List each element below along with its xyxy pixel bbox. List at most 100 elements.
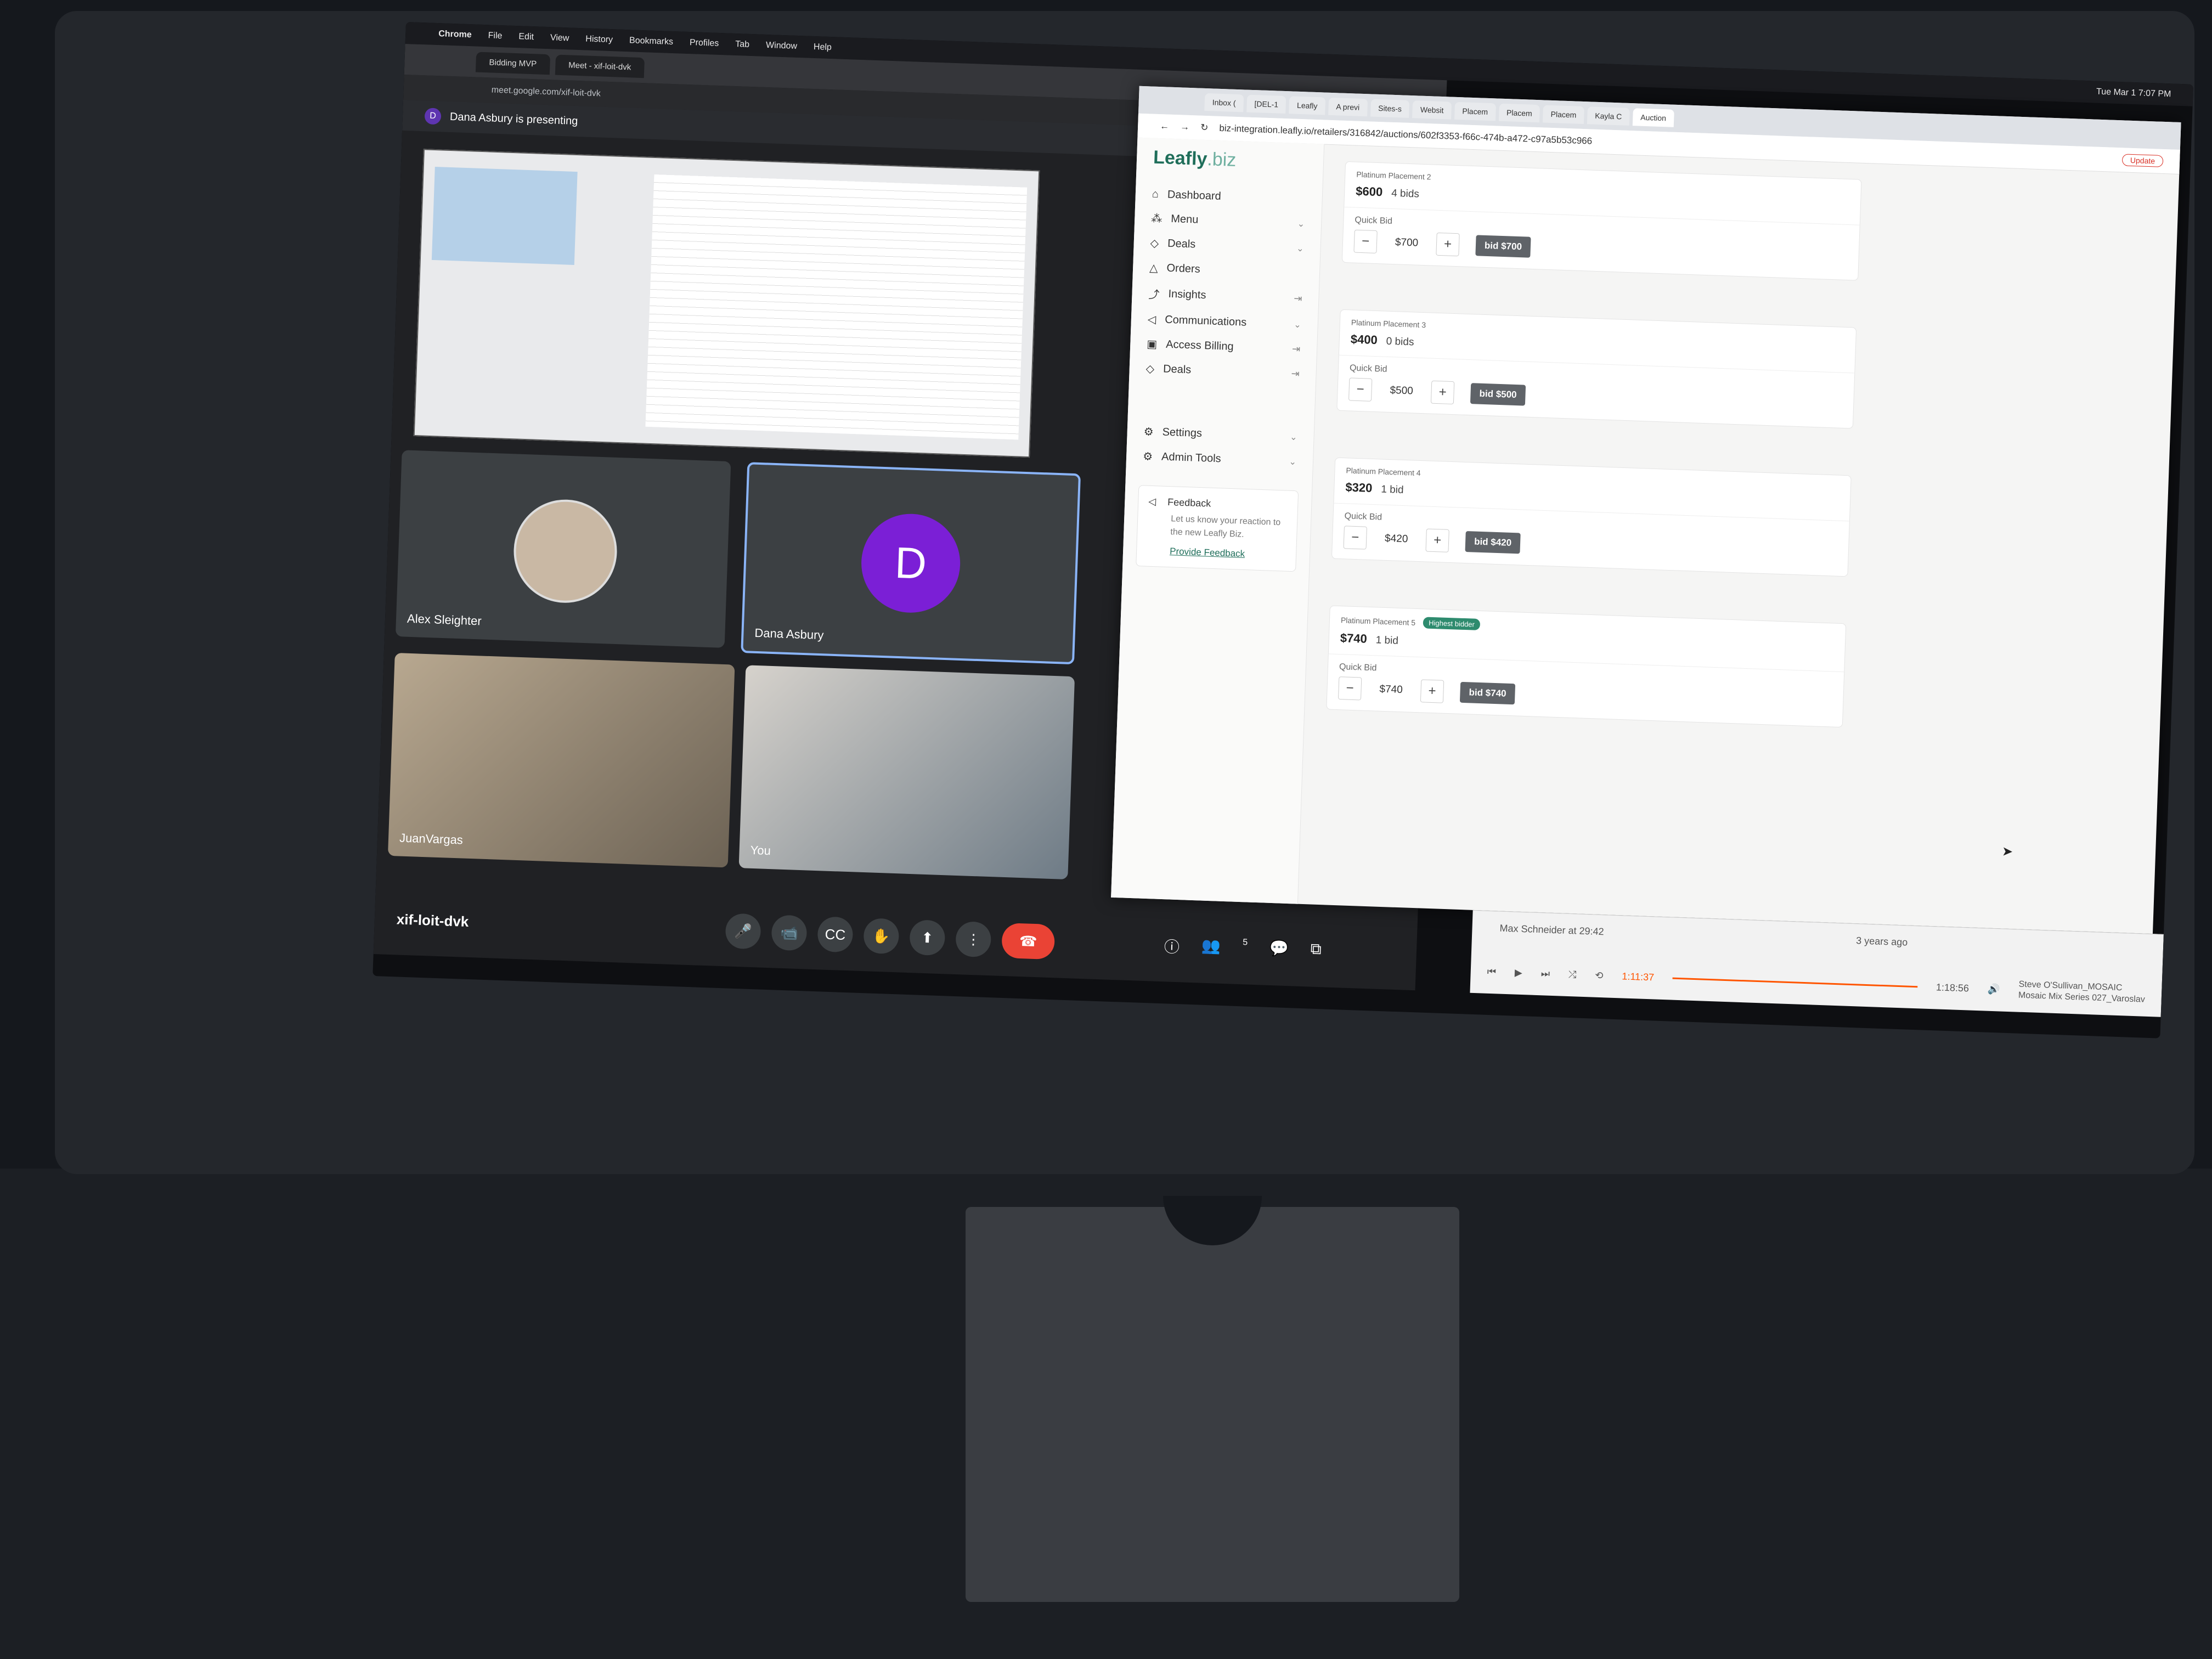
present-button[interactable]: ⬆ — [909, 919, 946, 956]
bid-button[interactable]: bid $740 — [1459, 681, 1516, 705]
tab-placement-3[interactable]: Placem — [1543, 105, 1584, 125]
leafly-logo[interactable]: Leafly.biz — [1136, 138, 1324, 183]
next-icon[interactable]: ⏭ — [1541, 968, 1550, 980]
bid-amount-input[interactable]: $500 — [1379, 384, 1424, 398]
people-icon[interactable]: 👥 — [1201, 936, 1221, 959]
elapsed-time: 1:11:37 — [1622, 970, 1655, 983]
megaphone-icon: ◁ — [1147, 313, 1156, 326]
chevron-down-icon: ⌄ — [1294, 320, 1302, 330]
tab-inbox[interactable]: Inbox ( — [1204, 93, 1244, 112]
player-controls: ⏮ ▶ ⏭ ⤮ ⟲ 1:11:37 1:18:56 🔊 Steve O'Sull… — [1487, 961, 2146, 1006]
repeat-icon[interactable]: ⟲ — [1595, 969, 1604, 981]
tab-auction[interactable]: Auction — [1632, 108, 1674, 127]
captions-button[interactable]: CC — [817, 916, 854, 953]
bid-count: 0 bids — [1386, 335, 1414, 348]
tab-placement-2[interactable]: Placem — [1498, 103, 1541, 123]
participant-tile-juan[interactable]: JuanVargas — [387, 652, 735, 868]
participant-tile-alex[interactable]: Alex Sleighter — [395, 450, 731, 648]
bid-button[interactable]: bid $700 — [1475, 235, 1531, 258]
megaphone-icon: ◁ — [1148, 495, 1156, 507]
bid-count: 4 bids — [1391, 187, 1420, 200]
mic-button[interactable]: 🎤 — [725, 913, 761, 950]
decrement-button[interactable]: − — [1338, 676, 1362, 701]
now-playing[interactable]: Steve O'Sullivan_MOSAIC Mosaic Mix Series… — [2018, 979, 2146, 1006]
menu-edit[interactable]: Edit — [518, 32, 534, 42]
participant-name: You — [750, 843, 771, 858]
participant-tile-self[interactable]: You — [738, 665, 1075, 880]
tab-bidding-mvp[interactable]: Bidding MVP — [475, 52, 550, 75]
presenter-avatar: D — [424, 108, 442, 125]
back-icon[interactable]: ← — [1160, 121, 1170, 132]
tab-placement-1[interactable]: Placem — [1454, 101, 1496, 121]
tab-preview[interactable]: A previ — [1328, 97, 1368, 117]
feedback-body: Let us know your reaction to the new Lea… — [1170, 514, 1281, 539]
more-options-button[interactable]: ⋮ — [955, 921, 992, 958]
tab-website[interactable]: Websit — [1412, 100, 1452, 120]
bid-amount-input[interactable]: $420 — [1374, 532, 1419, 546]
provide-feedback-link[interactable]: Provide Feedback — [1170, 546, 1245, 559]
tab-sites[interactable]: Sites-s — [1370, 99, 1410, 118]
external-link-icon: ⇥ — [1291, 368, 1300, 380]
raise-hand-button[interactable]: ✋ — [863, 918, 900, 955]
tab-kayla[interactable]: Kayla C — [1587, 106, 1630, 126]
current-bid: $600 — [1355, 184, 1383, 199]
menu-window[interactable]: Window — [766, 41, 797, 52]
sidebar-item-label: Menu — [1170, 212, 1199, 226]
logo-main: Leafly — [1153, 146, 1208, 170]
billing-icon: ▣ — [1146, 338, 1158, 351]
decrement-button[interactable]: − — [1348, 377, 1373, 402]
gear-icon: ⚙ — [1142, 450, 1153, 463]
menu-view[interactable]: View — [550, 33, 569, 43]
menu-tab[interactable]: Tab — [735, 40, 749, 50]
info-icon[interactable]: ⓘ — [1164, 935, 1180, 957]
decrement-button[interactable]: − — [1343, 526, 1367, 550]
sidebar-item-label: Deals — [1163, 363, 1192, 376]
tab-meet[interactable]: Meet - xif-loit-dvk — [555, 54, 645, 78]
leafly-sidebar: Leafly.biz ⌂ Dashboard ⁂ Menu ⌄ ◇ Deals ⌄ △ Or… — [1111, 137, 1325, 904]
current-bid: $320 — [1345, 480, 1373, 495]
sidebar-item-label: Settings — [1162, 426, 1203, 440]
chat-icon[interactable]: 💬 — [1269, 939, 1289, 961]
meeting-code: xif-loit-dvk — [396, 910, 469, 930]
track-name: Mosaic Mix Series 027_Varoslav — [2018, 990, 2146, 1005]
tab-del[interactable]: [DEL-1 — [1246, 94, 1286, 114]
decrement-button[interactable]: − — [1353, 229, 1378, 254]
activities-icon[interactable]: ⧉ — [1310, 940, 1322, 963]
progress-bar[interactable] — [1673, 977, 1917, 988]
bid-button[interactable]: bid $500 — [1470, 383, 1526, 406]
mouse-cursor-icon: ➤ — [2001, 844, 2013, 860]
previous-icon[interactable]: ⏮ — [1487, 966, 1496, 978]
menu-bookmarks[interactable]: Bookmarks — [629, 36, 674, 47]
camera-button[interactable]: 📹 — [771, 915, 808, 951]
volume-icon[interactable]: 🔊 — [1988, 983, 2000, 995]
menu-file[interactable]: File — [488, 31, 502, 41]
shared-map-thumbnail — [431, 167, 578, 265]
shuffle-icon[interactable]: ⤮ — [1568, 969, 1577, 980]
play-icon[interactable]: ▶ — [1515, 967, 1523, 978]
feedback-card: ◁ Feedback Let us know your reaction to … — [1136, 485, 1299, 572]
bid-amount-input[interactable]: $740 — [1369, 683, 1413, 697]
menu-history[interactable]: History — [585, 34, 613, 45]
menu-profiles[interactable]: Profiles — [690, 38, 719, 49]
nav-spacer — [1128, 380, 1316, 425]
menu-help[interactable]: Help — [814, 42, 832, 53]
end-call-button[interactable]: ☎ — [1001, 922, 1056, 960]
participant-name: JuanVargas — [399, 831, 464, 847]
menu-app-name[interactable]: Chrome — [438, 29, 472, 40]
logo-suffix: .biz — [1206, 149, 1237, 171]
increment-button[interactable]: + — [1425, 528, 1449, 552]
participant-tile-dana[interactable]: D Dana Asbury — [741, 462, 1081, 665]
bid-button[interactable]: bid $420 — [1465, 531, 1521, 554]
reload-icon[interactable]: ↻ — [1200, 122, 1209, 133]
increment-button[interactable]: + — [1420, 679, 1444, 703]
forward-icon[interactable]: → — [1180, 121, 1190, 133]
menubar-clock[interactable]: Tue Mar 1 7:07 PM — [2096, 87, 2171, 100]
bid-amount-input[interactable]: $700 — [1385, 236, 1429, 250]
increment-button[interactable]: + — [1430, 380, 1455, 405]
tag-icon: ◇ — [1146, 363, 1155, 375]
tab-leafly[interactable]: Leafly — [1289, 96, 1325, 115]
sidebar-item-label: Dashboard — [1167, 188, 1222, 203]
screen: Chrome File Edit View History Bookmarks … — [373, 22, 2194, 1039]
chrome-update-button[interactable]: Update — [2121, 154, 2164, 167]
increment-button[interactable]: + — [1436, 232, 1460, 257]
